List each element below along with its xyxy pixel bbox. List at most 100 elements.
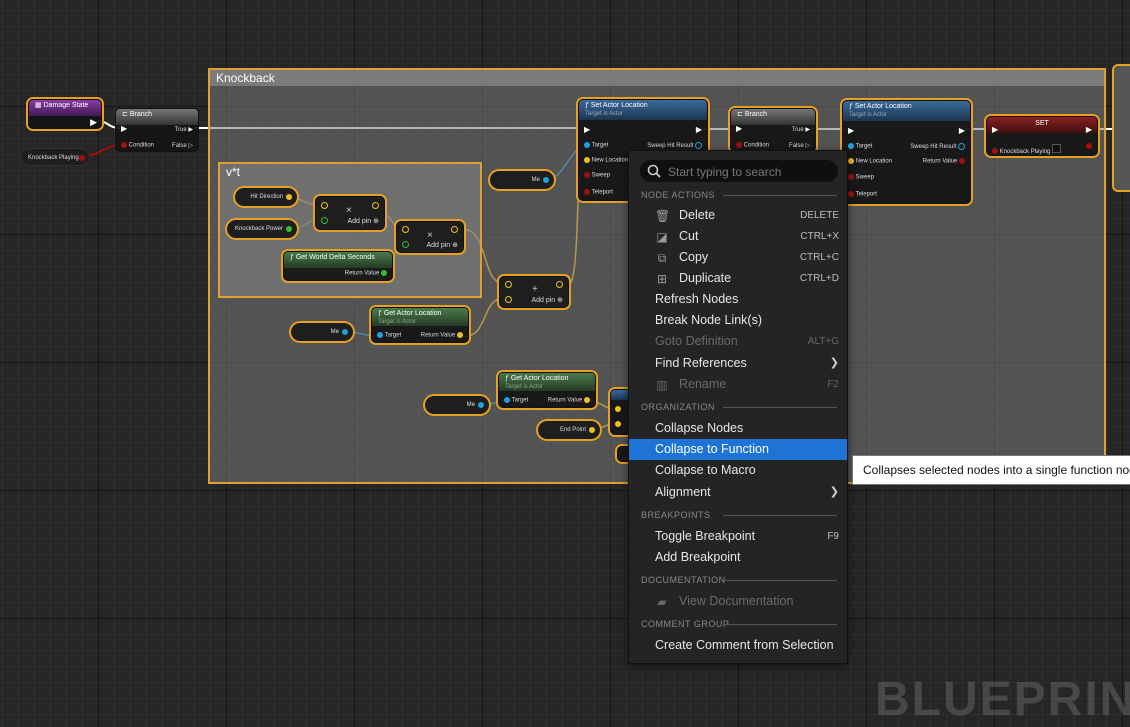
exec-out-pin[interactable]: ▶ xyxy=(1086,125,1092,134)
input-b-pin[interactable] xyxy=(402,241,409,248)
sweep-pin[interactable]: Sweep xyxy=(584,172,610,179)
search-input[interactable] xyxy=(666,163,834,181)
menu-item-label: Create Comment from Selection xyxy=(655,638,834,652)
object-pin[interactable] xyxy=(342,329,348,335)
get-actor-location-node-2[interactable]: ƒ Get Actor Location Target is Actor Targ… xyxy=(498,372,596,408)
float-pin[interactable] xyxy=(286,226,292,232)
true-pin[interactable]: True ▶ xyxy=(792,126,810,133)
input-a-pin[interactable] xyxy=(505,281,512,288)
menu-search-box[interactable] xyxy=(640,160,838,182)
end-point-node[interactable]: End Point xyxy=(538,421,600,439)
set-variable-node[interactable]: SET ▶ ▶ Knockback Playing xyxy=(986,116,1098,156)
new-location-pin[interactable]: New Location xyxy=(584,157,628,164)
exec-out-pin[interactable]: ▶ xyxy=(959,126,965,135)
menu-item-rename[interactable]: ▥ Rename F2 xyxy=(629,374,847,395)
collapsed-node-edge[interactable] xyxy=(1114,66,1130,190)
condition-pin[interactable]: Condition xyxy=(736,142,769,149)
node-title: Set Actor Location xyxy=(590,102,648,109)
exec-in-pin[interactable]: ▶ xyxy=(992,125,998,134)
menu-item-find-references[interactable]: Find References ❯ xyxy=(629,353,847,374)
sweep-hit-pin[interactable]: Sweep Hit Result xyxy=(910,143,965,150)
branch-node-1[interactable]: ⊏ Branch ▶ True ▶ Condition False ▷ xyxy=(115,108,199,152)
menu-item-create-comment[interactable]: Create Comment from Selection xyxy=(629,635,847,656)
knockback-playing-getter[interactable]: Knockback Playing xyxy=(20,148,90,166)
menu-item-collapse-nodes[interactable]: Collapse Nodes xyxy=(629,418,847,439)
out-pin[interactable] xyxy=(1086,143,1092,150)
set-actor-location-node-2[interactable]: ƒ Set Actor Location Target is Actor ▶ ▶ … xyxy=(842,100,971,204)
exec-in-pin[interactable]: ▶ xyxy=(848,126,854,135)
sweep-hit-pin[interactable]: Sweep Hit Result xyxy=(647,142,702,149)
exec-out-pin[interactable]: ▶ xyxy=(696,125,702,134)
object-pin[interactable] xyxy=(478,402,484,408)
knockback-playing-pin[interactable]: Knockback Playing xyxy=(992,144,1062,155)
return-value-pin[interactable]: Return Value xyxy=(345,270,387,277)
input-a-pin[interactable] xyxy=(402,226,409,233)
get-actor-location-node-1[interactable]: ƒ Get Actor Location Target is Actor Targ… xyxy=(371,307,469,343)
input-b-pin[interactable] xyxy=(321,217,328,224)
false-pin[interactable]: False ▷ xyxy=(789,142,810,149)
sweep-pin[interactable]: Sweep xyxy=(848,174,874,181)
branch-node-2[interactable]: ⊏ Branch ▶ True ▶ Condition False ▷ xyxy=(730,108,816,152)
menu-item-refresh-nodes[interactable]: Refresh Nodes xyxy=(629,289,847,310)
return-value-pin[interactable]: Return Value xyxy=(548,397,590,404)
exec-in-pin[interactable]: ▶ xyxy=(736,124,742,133)
add-pin-button[interactable]: Add pin ⊕ xyxy=(347,217,379,225)
self-reference-node-3[interactable]: Me xyxy=(425,396,489,414)
vector-pin[interactable] xyxy=(286,194,292,200)
menu-item-collapse-to-function[interactable]: Collapse to Function xyxy=(629,439,847,460)
input-a-pin[interactable] xyxy=(321,202,328,209)
input-pin[interactable] xyxy=(615,421,621,428)
output-pin[interactable] xyxy=(451,226,458,233)
menu-item-toggle-breakpoint[interactable]: Toggle Breakpoint F9 xyxy=(629,526,847,547)
hit-direction-node[interactable]: Hit Direction xyxy=(235,188,297,206)
comment-title[interactable]: Knockback xyxy=(210,70,1104,86)
teleport-pin[interactable]: Teleport xyxy=(848,191,877,198)
bool-pin[interactable] xyxy=(79,155,85,161)
menu-item-goto-definition[interactable]: Goto Definition ALT+G xyxy=(629,331,847,352)
return-value-pin[interactable]: Return Value xyxy=(421,332,463,339)
teleport-pin[interactable]: Teleport xyxy=(584,189,613,196)
condition-pin[interactable]: Condition xyxy=(121,142,154,149)
menu-item-collapse-to-macro[interactable]: Collapse to Macro xyxy=(629,460,847,481)
chevron-right-icon: ❯ xyxy=(829,357,839,369)
output-pin[interactable] xyxy=(372,202,379,209)
vector-pin[interactable] xyxy=(589,427,595,433)
menu-item-label: Refresh Nodes xyxy=(655,292,739,306)
menu-item-duplicate[interactable]: ⊞ Duplicate CTRL+D xyxy=(629,268,847,289)
add-pin-button[interactable]: Add pin ⊕ xyxy=(426,241,458,249)
false-pin[interactable]: False ▷ xyxy=(172,142,193,149)
target-pin[interactable]: Target xyxy=(504,397,528,404)
knockback-power-node[interactable]: Knockback Power xyxy=(227,220,297,238)
get-world-delta-seconds-node[interactable]: ƒ Get World Delta Seconds Return Value xyxy=(283,251,393,281)
trash-icon: 🗑 xyxy=(655,209,671,223)
multiply-node-2[interactable]: × Add pin ⊕ xyxy=(396,221,464,253)
comment-title[interactable]: v*t xyxy=(220,164,480,180)
exec-in-pin[interactable]: ▶ xyxy=(121,124,127,133)
true-pin[interactable]: True ▶ xyxy=(175,126,193,133)
menu-item-break-links[interactable]: Break Node Link(s) xyxy=(629,310,847,331)
menu-item-delete[interactable]: 🗑 Delete DELETE xyxy=(629,205,847,226)
input-pin[interactable] xyxy=(615,406,621,413)
menu-item-copy[interactable]: ⧉ Copy CTRL+C xyxy=(629,247,847,268)
add-pin-button[interactable]: Add pin ⊕ xyxy=(531,296,563,304)
self-reference-node-2[interactable]: Me xyxy=(291,323,353,341)
damage-state-node[interactable]: ▦ Damage State ▶ xyxy=(28,99,102,129)
menu-item-cut[interactable]: ◪ Cut CTRL+X xyxy=(629,226,847,247)
input-b-pin[interactable] xyxy=(505,296,512,303)
menu-item-add-breakpoint[interactable]: Add Breakpoint xyxy=(629,547,847,568)
target-pin[interactable]: Target xyxy=(584,142,608,149)
target-pin[interactable]: Target xyxy=(848,143,872,150)
node-header: SET xyxy=(987,117,1097,133)
add-node[interactable]: + Add pin ⊕ xyxy=(499,276,569,308)
target-pin[interactable]: Target xyxy=(377,332,401,339)
object-pin[interactable] xyxy=(543,177,549,183)
exec-in-pin[interactable]: ▶ xyxy=(584,125,590,134)
multiply-node-1[interactable]: × Add pin ⊕ xyxy=(315,196,385,230)
exec-out-pin[interactable]: ▶ xyxy=(90,117,97,128)
new-location-pin[interactable]: New Location xyxy=(848,158,892,165)
menu-item-view-documentation[interactable]: ▰ View Documentation xyxy=(629,591,847,612)
self-reference-node-1[interactable]: Me xyxy=(490,171,554,189)
output-pin[interactable] xyxy=(556,281,563,288)
menu-item-alignment[interactable]: Alignment ❯ xyxy=(629,482,847,503)
return-value-pin[interactable]: Return Value xyxy=(923,158,965,165)
